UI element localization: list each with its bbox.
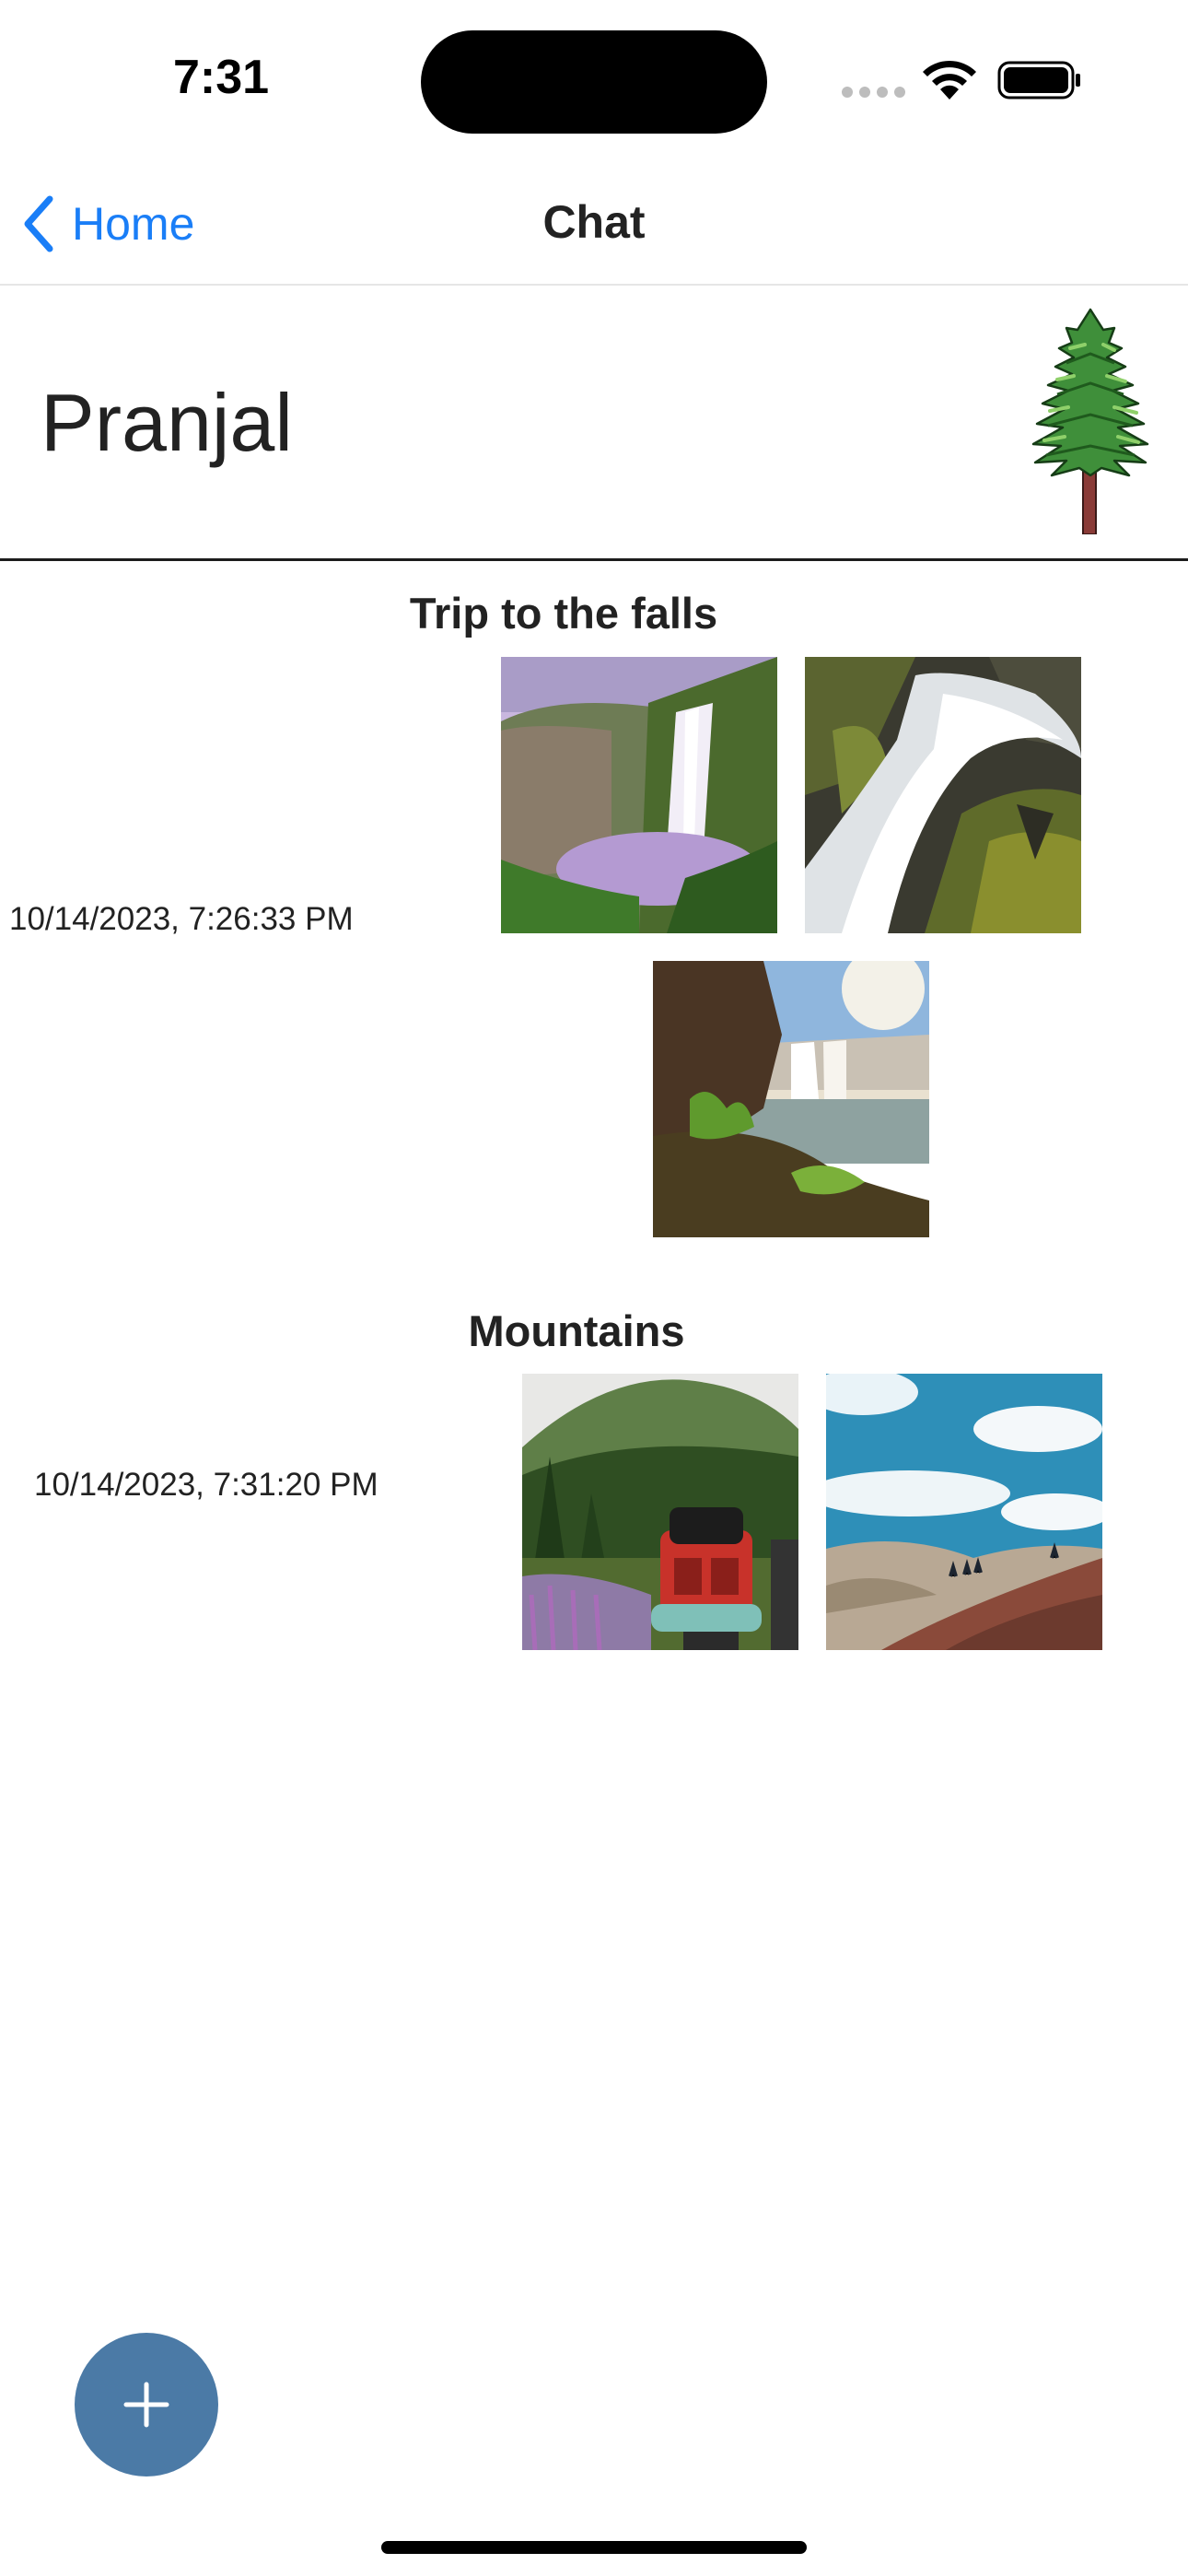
home-indicator[interactable] xyxy=(381,2541,807,2554)
post-title: Mountains xyxy=(468,1306,685,1355)
waterfall-closeup-image xyxy=(805,657,1081,933)
hiker-backpack-photo[interactable] xyxy=(522,1374,798,1650)
cellular-signal-icon xyxy=(842,87,906,98)
wifi-icon xyxy=(923,60,976,100)
nav-divider xyxy=(0,284,1188,286)
mountain-sky-image xyxy=(826,1374,1102,1650)
post-timestamp: 10/14/2023, 7:31:20 PM xyxy=(34,1467,379,1503)
hiker-backpack-image xyxy=(522,1374,798,1650)
waterfall-sunlit-image xyxy=(653,961,929,1237)
waterfall-sunlit-photo[interactable] xyxy=(653,961,929,1237)
waterfall-photo[interactable] xyxy=(501,657,777,933)
plus-icon xyxy=(123,2382,169,2428)
waterfall-image xyxy=(501,657,777,933)
post-timestamp: 10/14/2023, 7:26:33 PM xyxy=(9,901,354,937)
battery-icon xyxy=(997,61,1080,100)
mountain-sky-photo[interactable] xyxy=(826,1374,1102,1650)
dynamic-island xyxy=(421,30,767,134)
post-title: Trip to the falls xyxy=(409,589,718,638)
header-divider xyxy=(0,558,1188,561)
chat-screen: 7:31 Home Chat Pranjal Trip to the falls… xyxy=(0,0,1188,2576)
profile-name: Pranjal xyxy=(41,377,293,468)
waterfall-closeup-photo[interactable] xyxy=(805,657,1081,933)
add-post-button[interactable] xyxy=(75,2333,218,2476)
pine-tree-icon xyxy=(1031,308,1149,534)
status-time: 7:31 xyxy=(173,51,270,104)
nav-title: Chat xyxy=(542,196,646,248)
